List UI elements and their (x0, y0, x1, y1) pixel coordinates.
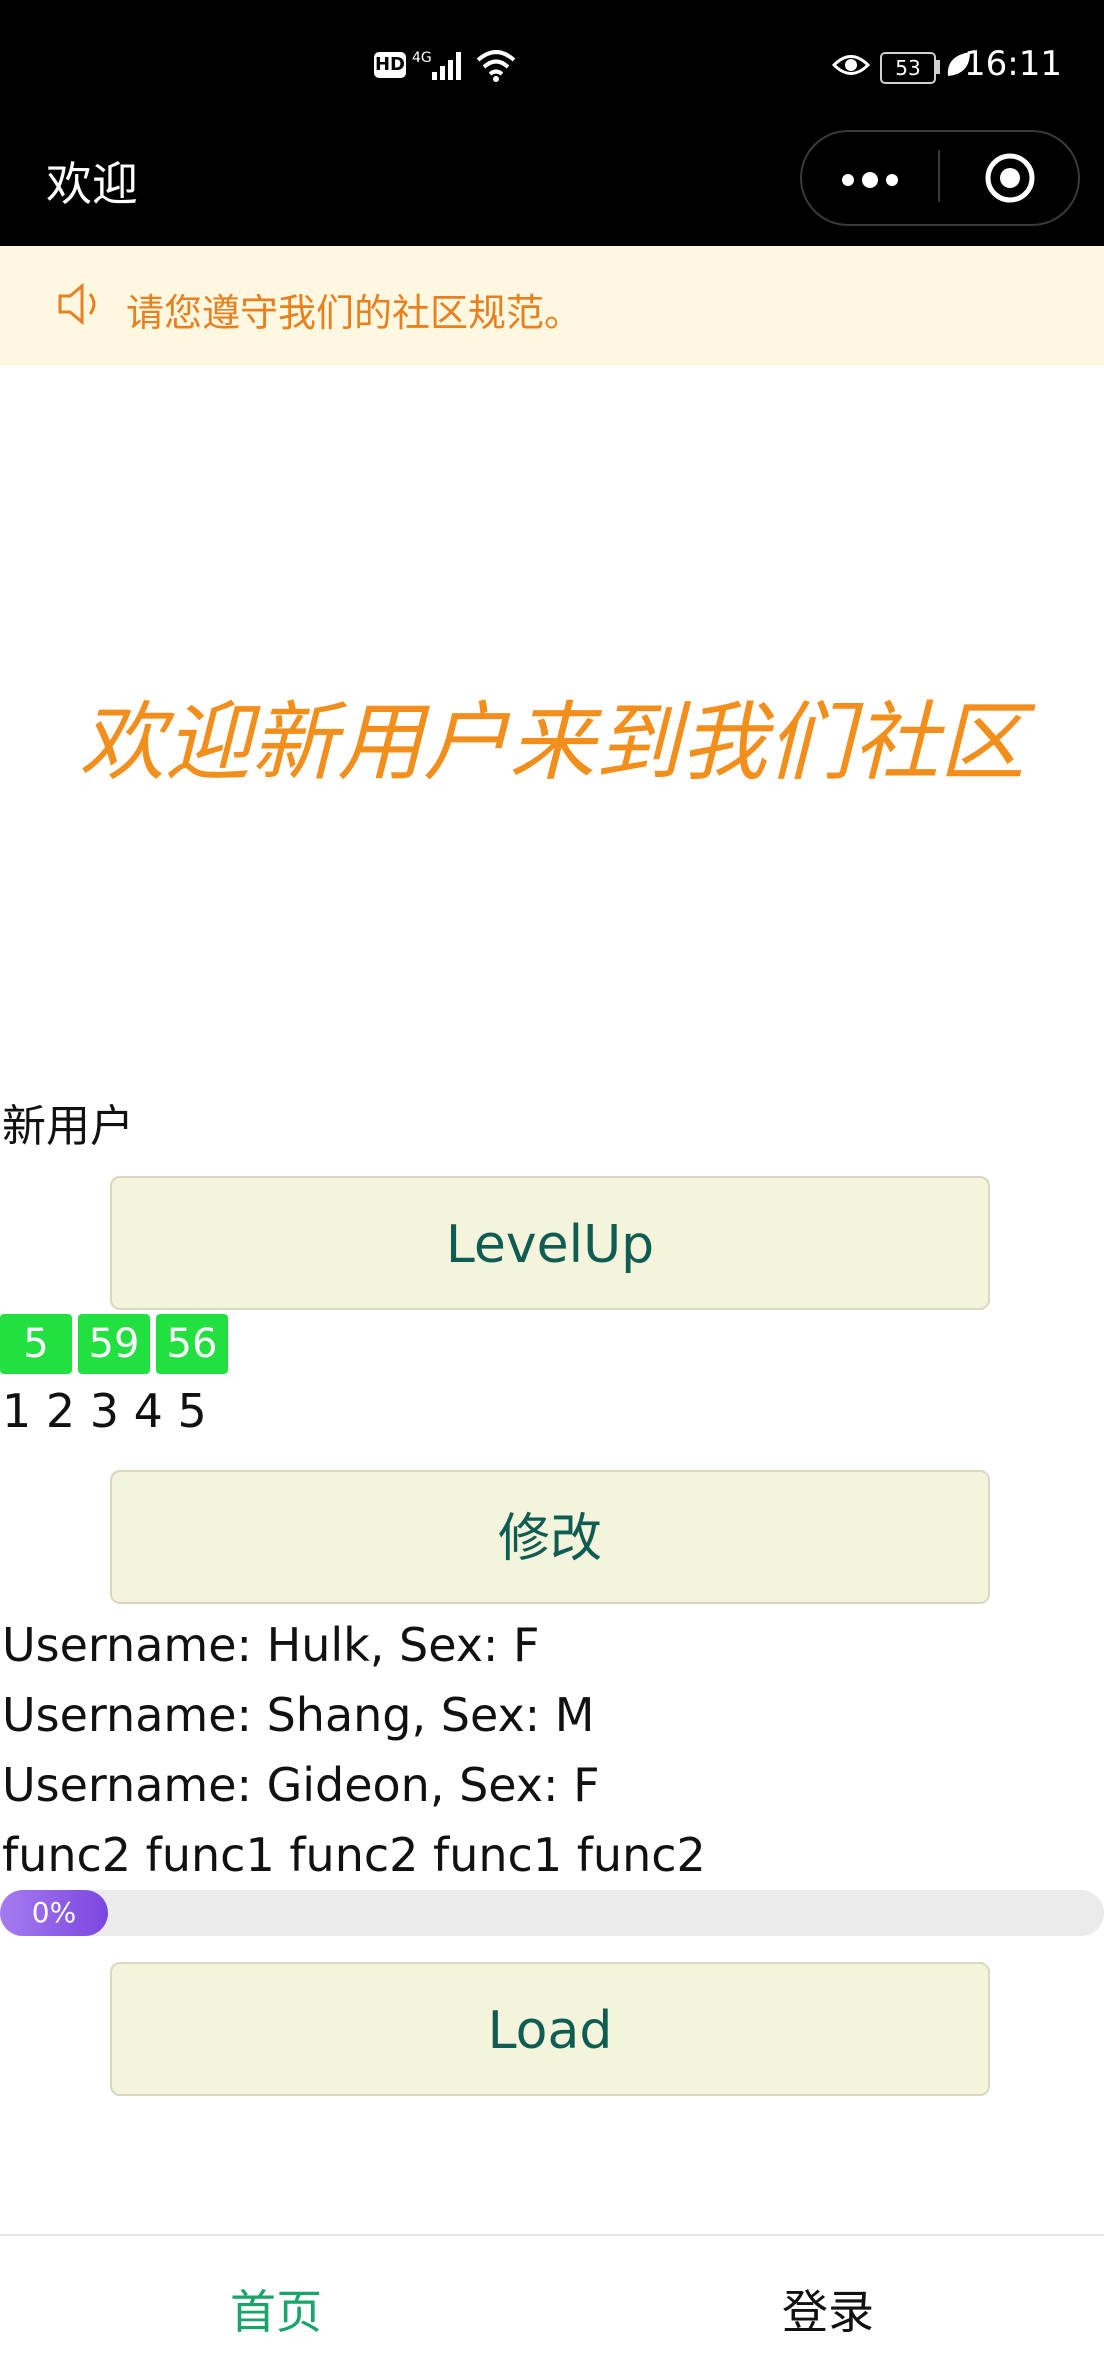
level-tag: 56 (156, 1314, 228, 1374)
number-list: 1 2 3 4 5 (2, 1384, 207, 1438)
hd-icon: HD (374, 52, 406, 78)
notice-text: 请您遵守我们的社区规范。 (126, 291, 583, 335)
target-icon[interactable] (984, 152, 1036, 204)
progress-track (0, 1890, 1104, 1936)
battery-icon: 53 (880, 52, 936, 84)
level-tag: 59 (78, 1314, 150, 1374)
progress-label: 0% (31, 1896, 77, 1929)
capsule-divider (938, 150, 940, 202)
func-output: func2 func1 func2 func1 func2 (2, 1828, 706, 1882)
user-item: Username: Gideon, Sex: F (2, 1758, 600, 1812)
more-dots-icon[interactable] (840, 172, 900, 188)
signal-icon: 4G (412, 50, 461, 80)
svg-text:4G: 4G (412, 50, 432, 66)
levelup-button[interactable]: LevelUp (110, 1176, 990, 1310)
speaker-icon (58, 282, 96, 326)
eye-icon (832, 55, 870, 75)
welcome-heading: 欢迎新用户来到我们社区 (79, 693, 1025, 793)
user-item: Username: Shang, Sex: M (2, 1688, 595, 1742)
page-title: 欢迎 (46, 157, 138, 211)
user-item: Username: Hulk, Sex: F (2, 1618, 540, 1672)
wifi-icon (476, 50, 516, 82)
tab-home[interactable]: 首页 (0, 2276, 552, 2342)
load-button[interactable]: Load (110, 1962, 990, 2096)
tab-login[interactable]: 登录 (552, 2276, 1104, 2342)
level-tag: 5 (0, 1314, 72, 1374)
modify-button[interactable]: 修改 (110, 1470, 990, 1604)
status-time: 16:11 (964, 44, 1062, 84)
user-level-label: 新用户 (2, 1101, 134, 1152)
battery-tip (936, 60, 940, 74)
